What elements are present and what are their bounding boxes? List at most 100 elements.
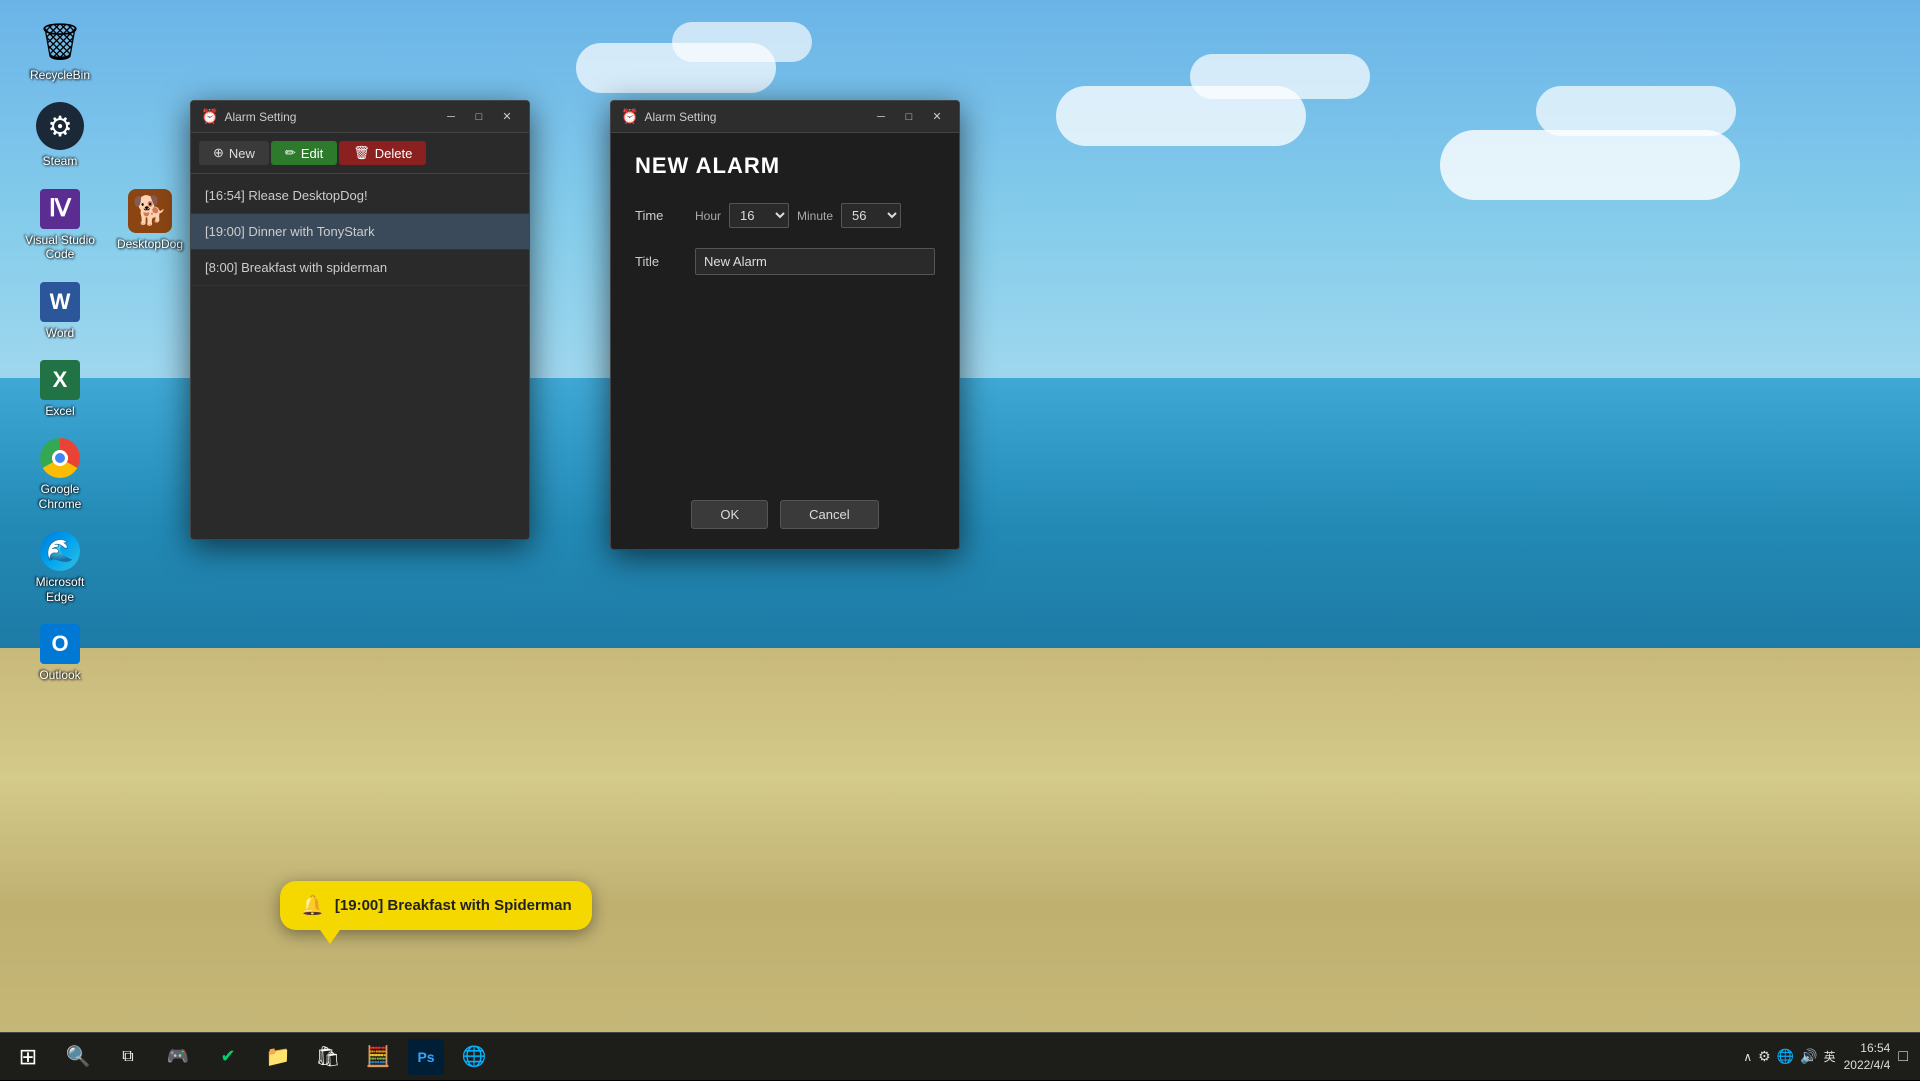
icon-vs-code[interactable]: Ⅳ Visual StudioCode: [20, 189, 100, 262]
icon-vs-label: Visual StudioCode: [25, 233, 95, 262]
title-label: Title: [635, 254, 685, 269]
icon-word[interactable]: W Word: [20, 282, 100, 340]
tray-lang[interactable]: 英: [1824, 1048, 1836, 1065]
file-explorer-taskbar-btn[interactable]: 📁: [254, 1033, 302, 1081]
new-alarm-btn[interactable]: ⊕ New: [199, 141, 269, 165]
cloud-4: [1190, 54, 1370, 99]
tray-network-icon[interactable]: 🌐: [1777, 1048, 1794, 1065]
tray-chevron[interactable]: ∧: [1743, 1050, 1752, 1064]
new-alarm-content: NEW ALARM Time Hour 16 Minute 56 Title: [611, 133, 959, 315]
recycle-bin-icon: 🗑: [38, 20, 82, 64]
photoshop-taskbar-btn[interactable]: Ps: [408, 1039, 444, 1075]
icon-excel-label: Excel: [45, 404, 74, 418]
taskbar-left: ⊞ 🔍 ⧉ 🎮 ✔ 📁 🛍 🧮 Ps 🌐: [0, 1033, 498, 1081]
notification-bubble: 🔔 [19:00] Breakfast with Spiderman: [280, 881, 592, 930]
alarm-item-1[interactable]: [16:54] Rlease DesktopDog!: [191, 178, 529, 214]
icon-chrome-label: GoogleChrome: [39, 482, 82, 511]
edit-alarm-btn[interactable]: ✏ Edit: [271, 141, 337, 165]
hour-select[interactable]: 16: [729, 203, 789, 228]
title-row: Title: [635, 248, 935, 275]
window-controls-2: ─ □ ✕: [869, 107, 949, 127]
alarm-list: [16:54] Rlease DesktopDog! [19:00] Dinne…: [191, 174, 529, 290]
task-view-button[interactable]: ⧉: [104, 1033, 152, 1081]
ok-btn[interactable]: OK: [691, 500, 768, 529]
icon-edge-label: MicrosoftEdge: [36, 575, 85, 604]
notification-text: [19:00] Breakfast with Spiderman: [335, 897, 572, 914]
window-controls-1: ─ □ ✕: [439, 107, 519, 127]
alarm-titlebar-2: ⏰ Alarm Setting ─ □ ✕: [611, 101, 959, 133]
chrome-icon: [40, 438, 80, 478]
desktop: 🗑 RecycleBin ⚙ Steam Ⅳ Visual StudioCode…: [0, 0, 1920, 1080]
taskbar-clock[interactable]: 16:54 2022/4/4: [1844, 1040, 1891, 1074]
excel-icon: X: [40, 360, 80, 400]
notification-bell-icon: 🔔: [300, 893, 325, 918]
cloud-6: [1536, 86, 1736, 136]
search-taskbar-button[interactable]: 🔍: [54, 1033, 102, 1081]
edge-icon: 🌊: [40, 531, 80, 571]
maximize-btn-1[interactable]: □: [467, 107, 491, 127]
icon-chrome[interactable]: GoogleChrome: [20, 438, 100, 511]
new-alarm-heading: NEW ALARM: [635, 153, 935, 179]
cancel-btn[interactable]: Cancel: [780, 500, 878, 529]
taskbar: ⊞ 🔍 ⧉ 🎮 ✔ 📁 🛍 🧮 Ps 🌐 ∧ ⚙ 🌐 🔊 英 16:54 202…: [0, 1032, 1920, 1080]
edge-taskbar-btn[interactable]: 🌐: [450, 1033, 498, 1081]
checkmark-taskbar-btn[interactable]: ✔: [204, 1033, 252, 1081]
store-taskbar-btn[interactable]: 🛍: [304, 1033, 352, 1081]
titlebar-left-1: ⏰ Alarm Setting: [201, 108, 296, 125]
cloud-2: [672, 22, 812, 62]
alarm-window-1: ⏰ Alarm Setting ─ □ ✕ ⊕ New ✏ Edit 🗑 Del…: [190, 100, 530, 540]
icon-excel[interactable]: X Excel: [20, 360, 100, 418]
alarm-item-3[interactable]: [8:00] Breakfast with spiderman: [191, 250, 529, 286]
word-icon: W: [40, 282, 80, 322]
alarm-titlebar-1: ⏰ Alarm Setting ─ □ ✕: [191, 101, 529, 133]
minute-select[interactable]: 56: [841, 203, 901, 228]
cloud-5: [1440, 130, 1740, 200]
icon-word-label: Word: [46, 326, 74, 340]
dialog-footer: OK Cancel: [611, 500, 959, 529]
tray-volume-icon[interactable]: 🔊: [1800, 1048, 1817, 1065]
icon-edge[interactable]: 🌊 MicrosoftEdge: [20, 531, 100, 604]
alarm-title-1: Alarm Setting: [224, 110, 296, 124]
edit-label: Edit: [301, 146, 323, 161]
icon-steam[interactable]: ⚙ Steam: [20, 102, 100, 168]
chrome-center: [52, 450, 68, 466]
hour-unit-label: Hour: [695, 209, 721, 223]
close-btn-1[interactable]: ✕: [495, 107, 519, 127]
delete-label: Delete: [375, 146, 413, 161]
title-input[interactable]: [695, 248, 935, 275]
system-tray: ∧ ⚙ 🌐 🔊 英: [1743, 1048, 1835, 1065]
taskbar-right: ∧ ⚙ 🌐 🔊 英 16:54 2022/4/4 □: [1743, 1040, 1920, 1074]
edit-icon: ✏: [285, 145, 296, 161]
icon-steam-label: Steam: [43, 154, 78, 168]
alarm-title-2: Alarm Setting: [644, 110, 716, 124]
tray-steam-icon[interactable]: ⚙: [1758, 1048, 1771, 1065]
alarm-item-2[interactable]: [19:00] Dinner with TonyStark: [191, 214, 529, 250]
icon-recycle-bin[interactable]: 🗑 RecycleBin: [20, 20, 100, 82]
icon-desktop-dog-label: DesktopDog: [117, 237, 183, 251]
notification-btn[interactable]: □: [1898, 1048, 1908, 1066]
icon-outlook[interactable]: O Outlook: [20, 624, 100, 682]
outlook-icon: O: [40, 624, 80, 664]
new-label: New: [229, 146, 255, 161]
beach-bg: [0, 648, 1920, 1080]
icon-recycle-bin-label: RecycleBin: [30, 68, 90, 82]
start-button[interactable]: ⊞: [4, 1033, 52, 1081]
alarm-toolbar: ⊕ New ✏ Edit 🗑 Delete: [191, 133, 529, 174]
minimize-btn-2[interactable]: ─: [869, 107, 893, 127]
minimize-btn-1[interactable]: ─: [439, 107, 463, 127]
alarm-window-2: ⏰ Alarm Setting ─ □ ✕ NEW ALARM Time Hou…: [610, 100, 960, 550]
delete-alarm-btn[interactable]: 🗑 Delete: [339, 141, 426, 165]
vs-code-icon: Ⅳ: [40, 189, 80, 229]
calculator-taskbar-btn[interactable]: 🧮: [354, 1033, 402, 1081]
alarm-icon-2: ⏰: [621, 108, 638, 125]
clock-time: 16:54: [1844, 1040, 1891, 1057]
time-inputs: Hour 16 Minute 56: [695, 203, 935, 228]
close-btn-2[interactable]: ✕: [925, 107, 949, 127]
steam-icon: ⚙: [36, 102, 84, 150]
maximize-btn-2[interactable]: □: [897, 107, 921, 127]
minute-unit-label: Minute: [797, 209, 833, 223]
titlebar-left-2: ⏰ Alarm Setting: [621, 108, 716, 125]
icon-desktop-dog[interactable]: 🐕 DesktopDog: [110, 189, 190, 262]
desktop-dog-icon: 🐕: [128, 189, 172, 233]
steam-taskbar-btn[interactable]: 🎮: [154, 1033, 202, 1081]
